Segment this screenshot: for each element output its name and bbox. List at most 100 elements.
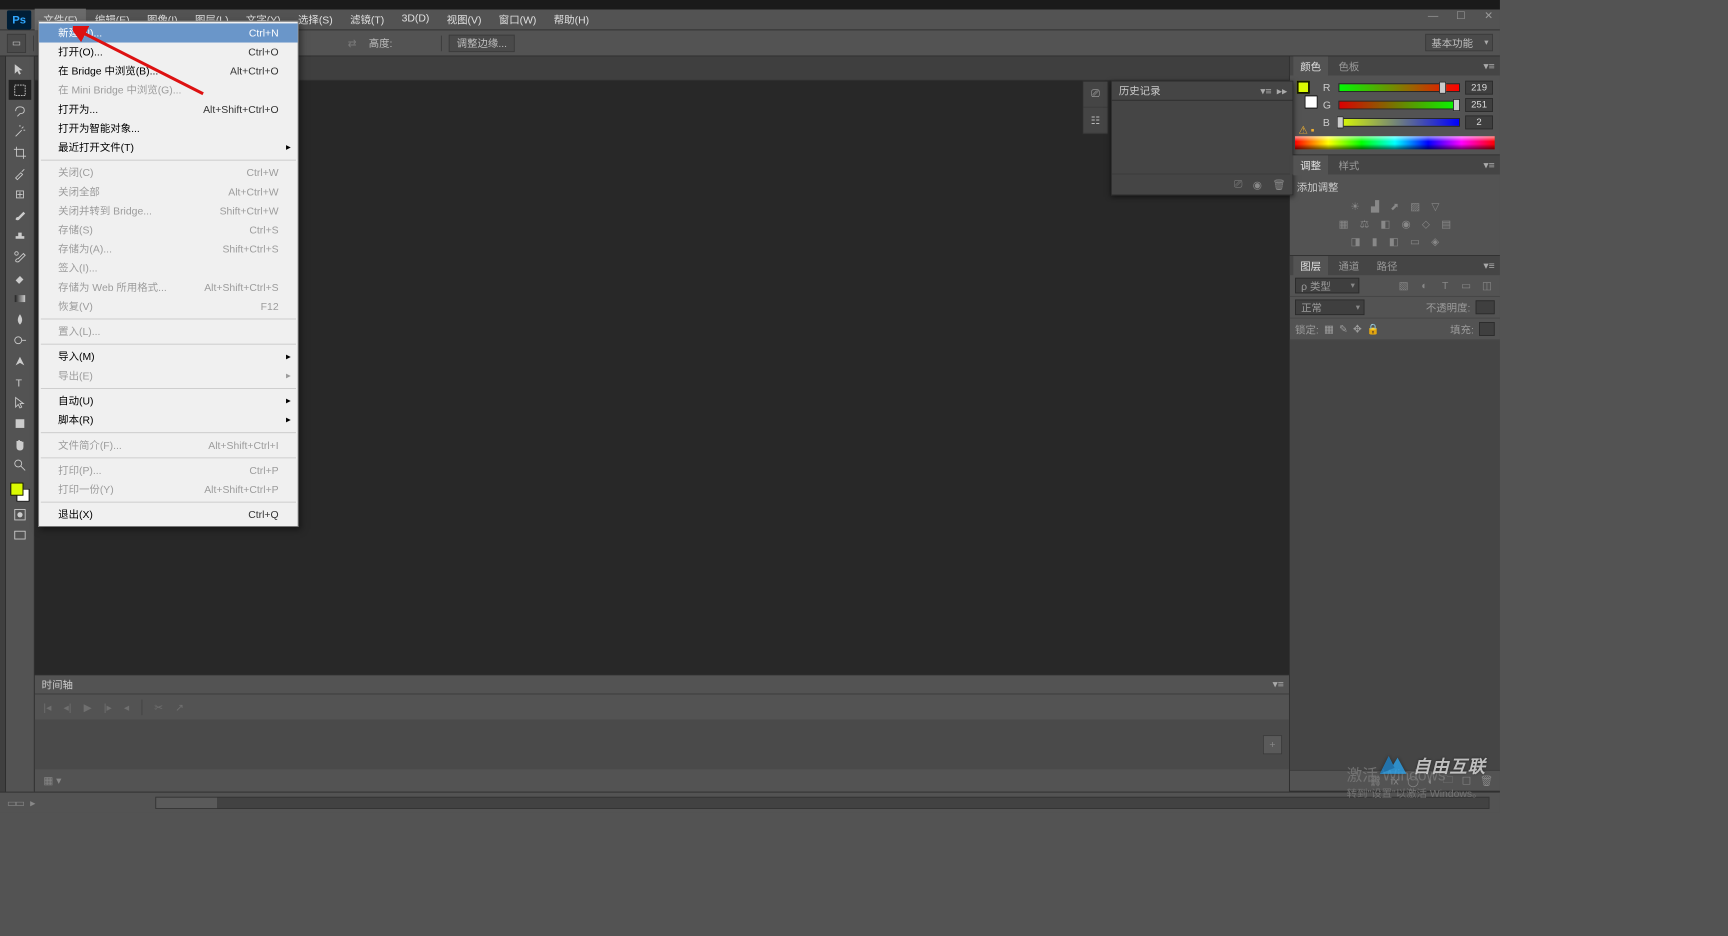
last-frame-icon[interactable]: ◂ bbox=[124, 701, 129, 713]
tool-preset-icon[interactable]: ▭ bbox=[7, 33, 26, 52]
play-icon[interactable]: ▶ bbox=[84, 701, 92, 713]
gamut-warning-icon[interactable]: ⚠ ▪ bbox=[1299, 124, 1315, 136]
invert-icon[interactable]: ◨ bbox=[1351, 235, 1361, 247]
layers-tab[interactable]: 图层 bbox=[1293, 256, 1328, 276]
selective-icon[interactable]: ◈ bbox=[1431, 235, 1439, 247]
filter-smart-icon[interactable]: ◫ bbox=[1479, 279, 1495, 291]
paths-tab[interactable]: 路径 bbox=[1370, 256, 1405, 276]
wand-tool[interactable] bbox=[9, 122, 32, 142]
collapsed-panel-dock[interactable]: ⎚ ☷ bbox=[1082, 81, 1108, 135]
history-panel[interactable]: 历史记录▸▸▾≡ ⎚ ◉ 🗑 bbox=[1111, 81, 1293, 196]
blur-tool[interactable] bbox=[9, 309, 32, 329]
bw-icon[interactable]: ◧ bbox=[1380, 218, 1390, 230]
filter-adjust-icon[interactable]: ◐ bbox=[1417, 279, 1433, 291]
lasso-tool[interactable] bbox=[9, 101, 32, 121]
balance-icon[interactable]: ⚖ bbox=[1360, 218, 1369, 230]
quick-mask-tool[interactable] bbox=[9, 504, 32, 524]
menu-item[interactable]: 打开为...Alt+Shift+Ctrl+O bbox=[39, 100, 298, 119]
threshold-icon[interactable]: ◧ bbox=[1389, 235, 1399, 247]
exposure-icon[interactable]: ▨ bbox=[1410, 201, 1420, 213]
menu-视图(V)[interactable]: 视图(V) bbox=[438, 9, 490, 31]
brush-tool[interactable] bbox=[9, 205, 32, 225]
next-frame-icon[interactable]: |▸ bbox=[104, 701, 112, 713]
move-tool[interactable] bbox=[9, 59, 32, 79]
menu-item[interactable]: 新建(N)...Ctrl+N bbox=[39, 23, 298, 42]
blend-mode-select[interactable]: 正常 bbox=[1295, 299, 1364, 315]
menu-帮助(H)[interactable]: 帮助(H) bbox=[545, 9, 598, 31]
eyedropper-tool[interactable] bbox=[9, 163, 32, 183]
gradient-map-icon[interactable]: ▭ bbox=[1410, 235, 1420, 247]
fg-swatch[interactable] bbox=[1297, 81, 1310, 94]
refine-edge-button[interactable]: 调整边缘... bbox=[449, 34, 515, 51]
close-button[interactable]: ✕ bbox=[1483, 10, 1495, 22]
panel-menu-icon[interactable]: ▾≡ bbox=[1483, 260, 1494, 272]
minimize-button[interactable]: — bbox=[1427, 10, 1439, 22]
menu-item[interactable]: 在 Bridge 中浏览(B)...Alt+Ctrl+O bbox=[39, 62, 298, 81]
b-value[interactable]: 2 bbox=[1465, 115, 1493, 129]
panel-collapse-icon[interactable]: ▸▸ bbox=[1277, 85, 1287, 97]
history-brush-tool[interactable] bbox=[9, 247, 32, 267]
curves-icon[interactable]: ⬈ bbox=[1390, 201, 1399, 213]
doc-state-icon[interactable]: ⎚ bbox=[1234, 178, 1242, 191]
mb-icon[interactable]: ▭▭ bbox=[7, 796, 23, 808]
trash-icon[interactable]: 🗑 bbox=[1272, 178, 1285, 190]
vibrance-icon[interactable]: ▽ bbox=[1431, 201, 1439, 213]
levels-icon[interactable]: ▟ bbox=[1371, 201, 1379, 213]
hand-tool[interactable] bbox=[9, 434, 32, 454]
channels-tab[interactable]: 通道 bbox=[1332, 256, 1367, 276]
color-tab[interactable]: 颜色 bbox=[1293, 56, 1328, 76]
shape-tool[interactable] bbox=[9, 413, 32, 433]
timeline-tab[interactable]: 时间轴 bbox=[42, 677, 73, 692]
lookup-icon[interactable]: ▤ bbox=[1441, 218, 1451, 230]
r-value[interactable]: 219 bbox=[1465, 81, 1493, 95]
panel-menu-icon[interactable]: ▾≡ bbox=[1483, 159, 1494, 171]
filter-shape-icon[interactable]: ▭ bbox=[1458, 279, 1474, 291]
swap-icon[interactable]: ⇄ bbox=[348, 37, 357, 49]
filter-kind-select[interactable]: ρ 类型 bbox=[1295, 278, 1359, 294]
marquee-tool[interactable] bbox=[9, 80, 32, 100]
adjust-tab[interactable]: 调整 bbox=[1293, 155, 1328, 175]
poster-icon[interactable]: ▮ bbox=[1372, 235, 1378, 247]
color-swatches[interactable] bbox=[9, 481, 32, 504]
r-slider[interactable] bbox=[1338, 83, 1460, 92]
color-spectrum[interactable] bbox=[1295, 136, 1495, 149]
menu-item[interactable]: 退出(X)Ctrl+Q bbox=[39, 505, 298, 524]
stamp-tool[interactable] bbox=[9, 226, 32, 246]
styles-tab[interactable]: 样式 bbox=[1332, 155, 1367, 175]
first-frame-icon[interactable]: |◂ bbox=[43, 701, 51, 713]
layers-list[interactable] bbox=[1290, 340, 1500, 770]
panel-icon[interactable]: ☷ bbox=[1083, 108, 1107, 134]
photo-filter-icon[interactable]: ◉ bbox=[1402, 218, 1411, 230]
menu-item[interactable]: 最近打开文件(T) bbox=[39, 138, 298, 157]
maximize-button[interactable]: ☐ bbox=[1455, 10, 1467, 22]
screen-mode-tool[interactable] bbox=[9, 525, 32, 545]
lock-trans-icon[interactable]: ▦ bbox=[1324, 323, 1334, 335]
g-value[interactable]: 251 bbox=[1465, 98, 1493, 112]
brightness-icon[interactable]: ☀ bbox=[1350, 201, 1359, 213]
filter-pixel-icon[interactable]: ▧ bbox=[1396, 279, 1412, 291]
menu-item[interactable]: 打开为智能对象... bbox=[39, 119, 298, 138]
heal-tool[interactable] bbox=[9, 184, 32, 204]
lock-all-icon[interactable]: 🔒 bbox=[1367, 323, 1380, 335]
type-tool[interactable]: T bbox=[9, 372, 32, 392]
menu-item[interactable]: 打开(O)...Ctrl+O bbox=[39, 43, 298, 62]
pen-tool[interactable] bbox=[9, 351, 32, 371]
menu-窗口(W)[interactable]: 窗口(W) bbox=[490, 9, 545, 31]
file-menu-dropdown[interactable]: 新建(N)...Ctrl+N打开(O)...Ctrl+O在 Bridge 中浏览… bbox=[38, 21, 298, 527]
opacity-value[interactable] bbox=[1476, 300, 1495, 314]
g-slider[interactable] bbox=[1338, 101, 1460, 110]
swatches-tab[interactable]: 色板 bbox=[1332, 56, 1367, 76]
hue-icon[interactable]: ▦ bbox=[1339, 218, 1349, 230]
scissors-icon[interactable]: ✂ bbox=[154, 701, 163, 713]
zoom-tool[interactable] bbox=[9, 455, 32, 475]
menu-item[interactable]: 自动(U) bbox=[39, 391, 298, 410]
dodge-tool[interactable] bbox=[9, 330, 32, 350]
panel-menu-icon[interactable]: ▾≡ bbox=[1260, 85, 1271, 97]
lock-paint-icon[interactable]: ✎ bbox=[1339, 323, 1348, 335]
menu-item[interactable]: 导入(M) bbox=[39, 347, 298, 366]
path-select-tool[interactable] bbox=[9, 392, 32, 412]
snapshot-icon[interactable]: ◉ bbox=[1253, 178, 1262, 190]
workspace-switcher[interactable]: 基本功能 bbox=[1425, 34, 1493, 51]
prev-frame-icon[interactable]: ◂| bbox=[63, 701, 71, 713]
transition-icon[interactable]: ↗ bbox=[175, 701, 184, 713]
